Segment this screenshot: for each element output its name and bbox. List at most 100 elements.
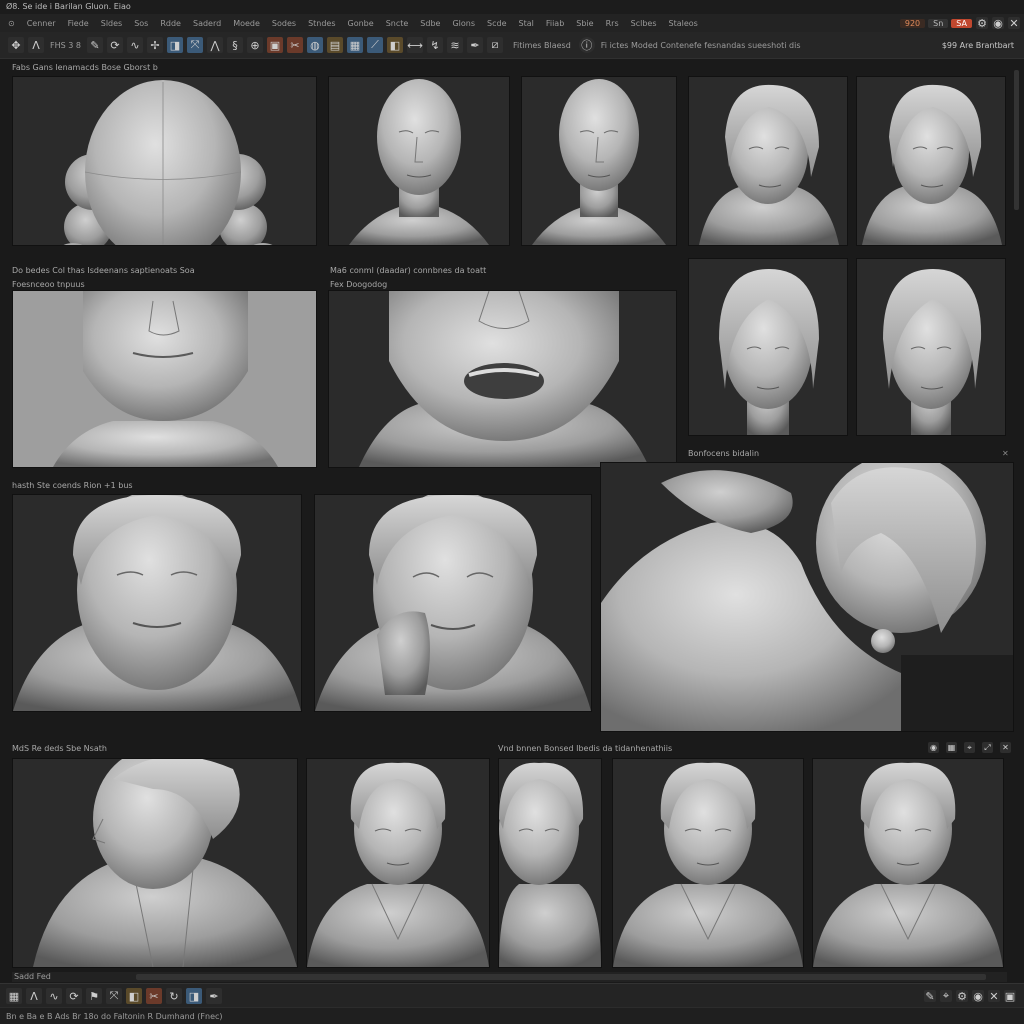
cut-tool-icon[interactable]: ✂ [286, 37, 303, 53]
hook-tool-icon[interactable]: ↯ [426, 37, 443, 53]
smooth-tool-icon[interactable]: ∿ [46, 988, 62, 1004]
material-icon[interactable]: ◧ [126, 988, 142, 1004]
menu-item[interactable]: Sbie [570, 19, 599, 28]
paint-tool-icon[interactable]: ▤ [326, 37, 343, 53]
vertical-scrollbar[interactable] [1014, 70, 1019, 210]
inflate-tool-icon[interactable]: ⊕ [246, 37, 263, 53]
grid-tool-icon[interactable]: ▦ [346, 37, 363, 53]
menu-item[interactable]: Saderd [187, 19, 227, 28]
menu-item[interactable]: Staleos [663, 19, 704, 28]
close-icon[interactable]: ✕ [1002, 449, 1009, 458]
viewport-profile-jacket[interactable] [12, 758, 298, 968]
camera-icon[interactable]: ◉ [992, 17, 1004, 30]
sculpt-tool-icon[interactable]: ᐱ [28, 37, 44, 53]
camera-icon[interactable]: ◉ [972, 990, 984, 1003]
viewport-head-bald-2[interactable] [521, 76, 677, 246]
toolbar: ✥ ᐱ FHS 3 8 ✎ ⟳ ∿ ✢ ◨ ⤧ ⋀ § ⊕ ▣ ✂ ◍ ▤ ▦ … [0, 32, 1024, 59]
camera-icon[interactable]: ◉ [928, 742, 939, 753]
clay-tool-icon[interactable]: ▣ [266, 37, 283, 53]
viewport-head-hair-front-1[interactable] [688, 258, 848, 436]
pinch-tool-icon[interactable]: ✢ [146, 37, 163, 53]
info-label: Fitimes Blaesd [512, 40, 571, 50]
viewport-mouth-open-closeup[interactable] [328, 290, 677, 468]
loop-tool-icon[interactable]: ↻ [166, 988, 182, 1004]
viewport-bust-3[interactable] [612, 758, 804, 968]
delete-icon[interactable]: ✕ [988, 990, 1000, 1003]
panel-label: MdS Re deds Sbe Nsath [12, 744, 107, 753]
menu-item[interactable]: Gonbe [342, 19, 380, 28]
viewport-head-bald-1[interactable] [328, 76, 510, 246]
viewport-expression-2[interactable] [314, 494, 592, 712]
viewport-bust-1[interactable] [306, 758, 490, 968]
grid-icon[interactable]: ▦ [946, 742, 957, 753]
close-icon[interactable]: ✕ [1008, 17, 1020, 30]
crease-tool-icon[interactable]: ≋ [446, 37, 463, 53]
menu-item[interactable]: Sos [128, 19, 154, 28]
menu-item[interactable]: Rdde [154, 19, 187, 28]
menu-item[interactable]: Rrs [600, 19, 625, 28]
rotate-tool-icon[interactable]: ⟳ [66, 988, 82, 1004]
menu-item[interactable]: Sodes [266, 19, 302, 28]
snake-hook-icon[interactable]: § [226, 37, 243, 53]
brush-tool-icon[interactable]: ✎ [924, 990, 936, 1003]
viewport-bust-4[interactable] [812, 758, 1004, 968]
menu-item[interactable]: Glons [446, 19, 481, 28]
viewport-head-hair-1[interactable] [688, 76, 848, 246]
menu-item[interactable]: Moede [227, 19, 266, 28]
cut-tool-icon[interactable]: ✂ [146, 988, 162, 1004]
menu-item[interactable]: Sncte [380, 19, 415, 28]
material-icon[interactable]: ◧ [386, 37, 403, 53]
pin-icon[interactable]: ⌖ [964, 742, 975, 753]
value-field[interactable]: 920 [899, 18, 926, 28]
save-icon[interactable]: ▣ [1004, 990, 1016, 1003]
grid-icon[interactable]: ▦ [6, 988, 22, 1004]
close-icon[interactable]: ✕ [1000, 742, 1011, 753]
viewport-bust-2[interactable] [498, 758, 602, 968]
rotate-tool-icon[interactable]: ⟳ [106, 37, 123, 53]
transform-tool-icon[interactable]: ⤧ [106, 988, 122, 1004]
viewport-shoulder-detail[interactable] [600, 462, 1014, 732]
sphere-tool-icon[interactable]: ◍ [306, 37, 323, 53]
settings-icon[interactable]: ⚙ [956, 990, 968, 1003]
brush-tool-icon[interactable]: ✎ [86, 37, 103, 53]
panel-label: Do bedes Col thas Isdeenans saptienoats … [12, 266, 195, 275]
viewport-head-hair-2[interactable] [856, 76, 1006, 246]
project-label: $99 Are Brantbart [941, 40, 1014, 50]
menu-item[interactable]: Sdbe [414, 19, 446, 28]
viewport-head-hair-front-2[interactable] [856, 258, 1006, 436]
menu-item[interactable]: Scde [481, 19, 512, 28]
menu-item[interactable]: Stndes [302, 19, 341, 28]
flag-icon[interactable]: ⚑ [86, 988, 102, 1004]
mask-tool-icon[interactable]: ◨ [166, 37, 183, 53]
menu-item[interactable]: Fiiab [540, 19, 570, 28]
menu-item[interactable]: Fiede [62, 19, 95, 28]
horizontal-scrollbar[interactable] [136, 974, 986, 980]
menu-item[interactable]: Sldes [95, 19, 128, 28]
transform-tool-icon[interactable]: ⤧ [186, 37, 203, 53]
menu-item[interactable]: Stal [513, 19, 540, 28]
slash-tool-icon[interactable]: ⧄ [486, 37, 503, 53]
move-tool-icon[interactable]: ✥ [8, 37, 24, 53]
info-icon: ⓘ [578, 37, 595, 53]
menu-item[interactable]: Sclbes [625, 19, 663, 28]
sculpt-tool-icon[interactable]: ᐱ [26, 988, 42, 1004]
knife-tool-icon[interactable]: ⟋ [366, 37, 383, 53]
menu-icon[interactable]: ⊙ [0, 19, 21, 28]
expand-icon[interactable]: ⤢ [982, 742, 993, 753]
pin-icon[interactable]: ⌖ [940, 989, 952, 1002]
viewport-sphere-base[interactable] [12, 76, 317, 246]
settings-icon[interactable]: ⚙ [976, 17, 988, 30]
info-description: Fi ictes Moded Contenefe fesnandas suees… [600, 40, 801, 50]
pen-tool-icon[interactable]: ✒ [466, 37, 483, 53]
pen-tool-icon[interactable]: ✒ [206, 988, 222, 1004]
toggle-button[interactable]: Sn [928, 18, 949, 28]
record-button[interactable]: SA [951, 18, 972, 28]
symmetry-tool-icon[interactable]: ⟷ [406, 37, 423, 53]
viewport-face-closeup-light[interactable] [12, 290, 317, 468]
scale-tool-icon[interactable]: ⋀ [206, 37, 223, 53]
menu-item[interactable]: Cenner [21, 19, 62, 28]
smooth-tool-icon[interactable]: ∿ [126, 37, 143, 53]
mask-tool-icon[interactable]: ◨ [186, 988, 202, 1004]
viewport-expression-1[interactable] [12, 494, 302, 712]
panel-label: Vnd bnnen Bonsed Ibedis da tidanhenathii… [498, 744, 673, 753]
